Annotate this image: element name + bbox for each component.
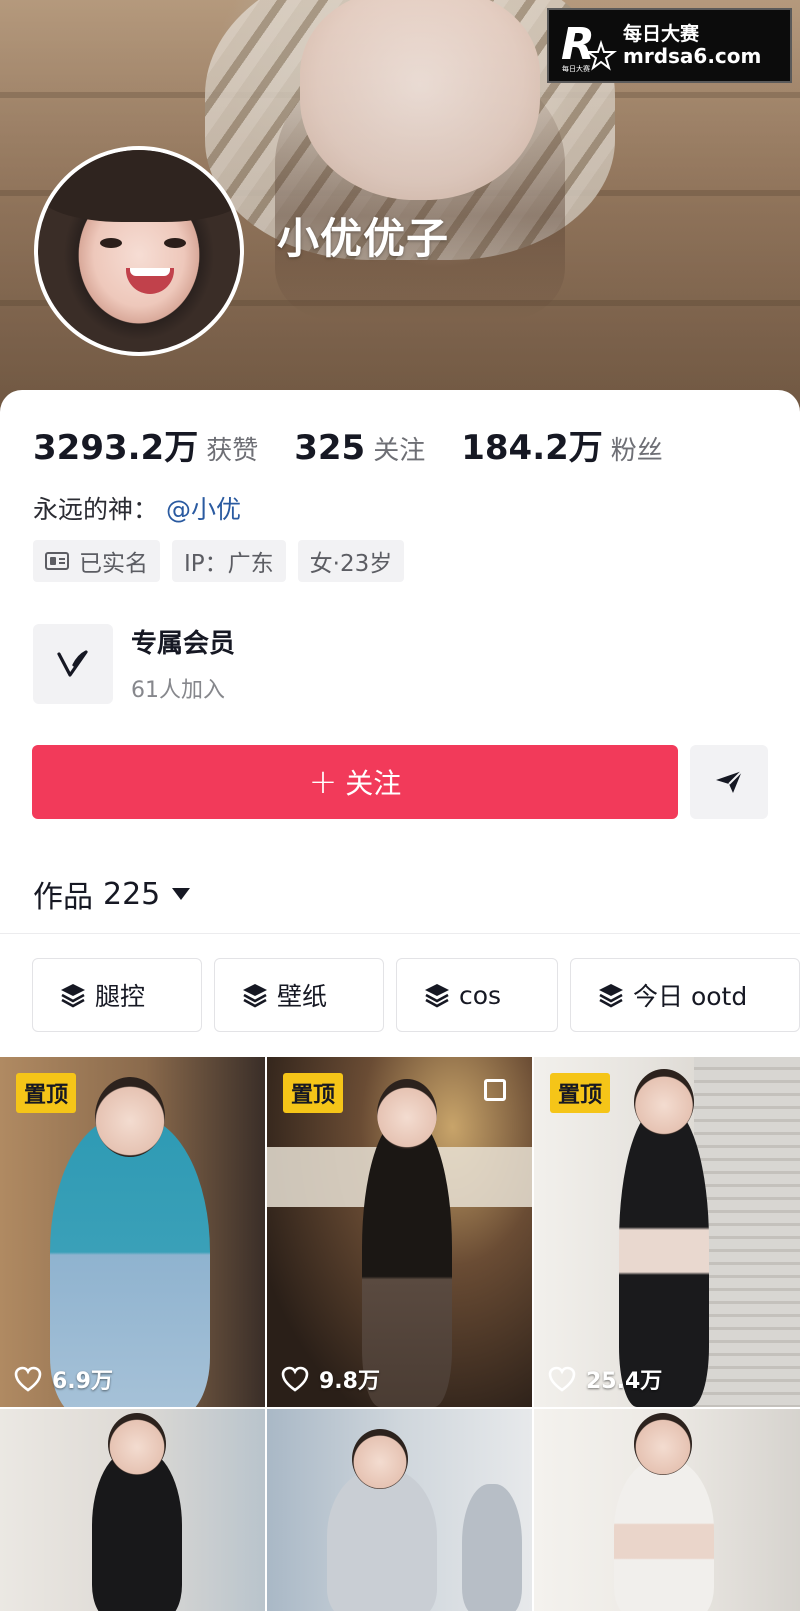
plus-icon: + [308,762,338,802]
stat-following[interactable]: 325 关注 [294,428,425,468]
thumbnail-head [377,1079,437,1149]
video-tile[interactable]: 置顶 25.4万 [534,1057,800,1407]
video-tile[interactable] [0,1409,265,1611]
video-tile[interactable]: 置顶 6.9万 [0,1057,265,1407]
video-likes: 25.4万 [548,1363,662,1395]
heart-icon [281,1366,309,1392]
pinned-badge: 置顶 [283,1073,344,1113]
follow-label: 关注 [345,767,402,800]
v-logo-icon [33,623,113,704]
heart-icon [548,1366,576,1392]
collections-row: 腿控 壁纸 cos 今日 ootd [32,958,800,1032]
tag-label: IP：广东 [184,551,274,577]
send-message-button[interactable] [690,745,768,819]
tag-label: 已实名 [79,551,148,577]
video-likes: 6.9万 [14,1363,113,1395]
collection-label: 腿控 [95,982,146,1011]
thumbnail-figure [327,1469,437,1611]
works-tab[interactable]: 作品 225 [33,872,191,916]
send-icon [716,770,743,793]
svg-text:R: R [561,19,595,70]
avatar[interactable] [34,146,244,356]
video-tile[interactable] [534,1409,800,1611]
thumbnail-head [634,1413,692,1475]
tag-gender-age: 女·23岁 [297,540,405,582]
stat-label: 获赞 [206,436,259,466]
collection-item[interactable]: 今日 ootd [570,958,800,1032]
stat-value: 325 [294,428,366,468]
layers-icon [61,984,85,1008]
video-likes: 9.8万 [281,1363,380,1395]
bio-text: 永远的神： [33,495,159,524]
works-label: 作品 [33,880,93,915]
thumbnail-figure [614,1459,714,1611]
layers-icon [425,984,449,1008]
works-count: 225 [103,876,161,912]
thumbnail-figure [619,1107,709,1407]
video-grid: 置顶 6.9万 置顶 9.8万 置顶 25.4万 [0,1057,800,1611]
membership-info: 专属会员 61人加入 [131,623,235,704]
pinned-badge: 置顶 [16,1073,77,1113]
thumbnail-head [95,1077,165,1157]
divider [0,933,800,934]
thumbnail-blinds [694,1057,800,1407]
layers-icon [243,984,267,1008]
collection-item[interactable]: 腿控 [32,958,202,1032]
watermark-line1: 每日大赛 [623,23,700,46]
id-card-icon [45,552,69,570]
stat-followers[interactable]: 184.2万 粉丝 [461,420,663,469]
stats-row: 3293.2万 获赞 325 关注 184.2万 粉丝 [33,420,699,469]
stat-label: 关注 [373,436,426,466]
stat-likes: 3293.2万 获赞 [33,420,258,469]
pinned-badge: 置顶 [550,1073,611,1113]
profile-tags: 已实名 IP：广东 女·23岁 [33,540,416,582]
thumbnail-head [352,1429,408,1489]
collection-label: cos [459,980,502,1010]
avatar-teeth [130,268,170,276]
thumbnail-head [108,1413,166,1475]
likes-count: 9.8万 [319,1369,380,1394]
layers-icon [599,984,623,1008]
watermark-text: 每日大赛 mrdsa6.com [623,24,761,67]
r-star-icon: R 每日大赛 [561,19,617,73]
watermark: R 每日大赛 每日大赛 mrdsa6.com [547,8,792,83]
tag-ip: IP：广东 [172,540,286,582]
likes-count: 6.9万 [52,1369,113,1394]
heart-icon [14,1366,42,1392]
tag-verified: 已实名 [33,540,160,582]
stat-value: 3293.2万 [33,428,199,468]
avatar-eye [164,238,186,248]
membership-title: 专属会员 [131,629,236,659]
follow-button[interactable]: + 关注 [32,745,678,819]
tag-label: 女·23岁 [309,551,393,577]
membership-entry[interactable]: 专属会员 61人加入 [33,623,235,704]
multi-image-icon [484,1079,506,1101]
collection-label: 今日 ootd [633,982,748,1011]
svg-text:每日大赛: 每日大赛 [562,64,590,73]
membership-subtitle: 61人加入 [131,678,225,703]
stat-label: 粉丝 [610,436,663,466]
likes-count: 25.4万 [586,1369,663,1394]
bio: 永远的神： @小优 [33,490,241,526]
collection-item[interactable]: cos [396,958,558,1032]
collection-label: 壁纸 [277,982,328,1011]
video-tile[interactable] [267,1409,532,1611]
avatar-hair [38,150,240,222]
caret-down-icon [172,888,191,900]
thumbnail-head [634,1069,694,1135]
stat-value: 184.2万 [461,428,603,468]
avatar-eye [100,238,122,248]
video-tile[interactable]: 置顶 9.8万 [267,1057,532,1407]
profile-nickname: 小优优子 [277,214,450,263]
watermark-logo: R 每日大赛 [559,17,617,75]
bio-mention-link[interactable]: @小优 [166,495,241,524]
thumbnail-figure [462,1484,522,1611]
collection-item[interactable]: 壁纸 [214,958,384,1032]
watermark-line2: mrdsa6.com [623,43,762,68]
